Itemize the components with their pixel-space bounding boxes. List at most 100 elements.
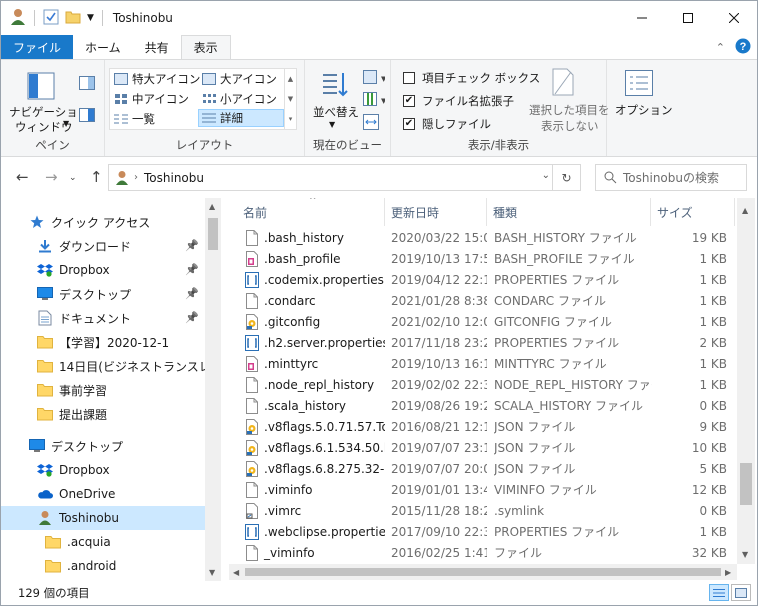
list-option[interactable]: 一覧 (114, 111, 155, 127)
file-row[interactable]: .v8flags.6.8.275.32-... 2019/07/07 20:02 J… (229, 458, 737, 479)
small-icons-option[interactable]: 小アイコン (202, 91, 277, 107)
large-icons-view-button[interactable] (731, 584, 751, 601)
breadcrumb-segment[interactable]: Toshinobu (144, 171, 204, 185)
nav-item[interactable]: .acquia (1, 530, 205, 554)
file-row[interactable]: .viminfo 2019/01/01 13:48 VIMINFO ファイル 12 K… (229, 479, 737, 500)
column-header-size[interactable]: サイズ (651, 198, 735, 226)
file-row[interactable]: .webclipse.properties 2017/09/10 22:33 PRO… (229, 521, 737, 542)
group-by-icon[interactable]: ▼ (363, 70, 385, 84)
nav-scroll-thumb[interactable] (208, 218, 218, 250)
scroll-down-icon[interactable]: ▼ (742, 550, 748, 559)
maximize-button[interactable] (665, 1, 711, 35)
extra-large-icons-option[interactable]: 特大アイコン (114, 71, 200, 87)
file-row[interactable]: .codemix.properties 2019/04/12 22:18 PROPE… (229, 269, 737, 290)
tab-home[interactable]: ホーム (73, 35, 133, 59)
column-header-date[interactable]: 更新日時 (385, 198, 487, 226)
refresh-icon[interactable]: ↻ (552, 165, 580, 190)
scroll-down-icon[interactable]: ▼ (209, 568, 215, 577)
file-name-cell[interactable]: .bash_profile (245, 248, 385, 269)
file-name-cell[interactable]: _viminfo (245, 542, 385, 563)
hidden-files-toggle[interactable]: ✔ 隠しファイル (403, 116, 491, 132)
quick-access-dropdown-icon[interactable]: ▼ (87, 13, 94, 23)
tab-file[interactable]: ファイル (1, 35, 74, 59)
back-arrow-icon[interactable]: ← (16, 168, 29, 186)
file-name-cell[interactable]: .v8flags.6.1.534.50.b... (245, 437, 385, 458)
nav-item[interactable]: OneDrive (1, 482, 205, 506)
file-row[interactable]: .v8flags.6.1.534.50.b... 2019/07/07 23:17… (229, 437, 737, 458)
tab-view[interactable]: 表示 (180, 35, 231, 60)
properties-icon[interactable] (43, 9, 59, 28)
large-icons-option[interactable]: 大アイコン (202, 71, 277, 87)
column-header-name[interactable]: 名前 ^ (237, 198, 385, 226)
file-extension-checkbox[interactable]: ✔ (403, 95, 415, 107)
medium-icons-option[interactable]: 中アイコン (114, 91, 189, 107)
search-box[interactable]: Toshinobuの検索 (595, 164, 747, 191)
new-folder-icon[interactable] (65, 9, 81, 28)
nav-item[interactable]: 事前学習 (1, 378, 205, 402)
file-list-scroll-thumb[interactable] (740, 463, 752, 505)
file-name-cell[interactable]: .viminfo (245, 479, 385, 500)
file-row[interactable]: .v8flags.5.0.71.57.To... 2016/08/21 12:15… (229, 416, 737, 437)
file-name-cell[interactable]: .vimrc (245, 500, 385, 521)
scroll-up-icon[interactable]: ▲ (209, 202, 215, 211)
file-name-cell[interactable]: .scala_history (245, 395, 385, 416)
nav-scrollbar[interactable]: ▲ ▼ (205, 198, 221, 582)
file-name-cell[interactable]: .h2.server.properties (245, 332, 385, 353)
navigation-pane-button[interactable]: ナビゲーション ウィンドウ ▼ (7, 66, 89, 134)
scroll-right-icon[interactable]: ▶ (725, 568, 731, 577)
details-option[interactable]: 詳細 (198, 109, 284, 127)
file-row[interactable]: .bash_history 2020/03/22 15:02 BASH_HISTOR… (229, 227, 737, 248)
sort-by-button[interactable]: 並べ替え ▼ (309, 66, 359, 134)
file-row[interactable]: .node_repl_history 2019/02/02 22:37 NODE_R… (229, 374, 737, 395)
file-list-vertical-scrollbar[interactable]: ▲ ▼ (737, 198, 755, 564)
breadcrumb-chevron-icon[interactable]: › (134, 172, 138, 183)
user-folder-icon[interactable] (10, 8, 26, 29)
file-name-cell[interactable]: .gitconfig (245, 311, 385, 332)
nav-item[interactable]: ダウンロード 📌 (1, 234, 205, 258)
file-row[interactable]: .condarc 2021/01/28 8:38 CONDARC ファイル 1 KB (229, 290, 737, 311)
file-name-cell[interactable]: .codemix.properties (245, 269, 385, 290)
details-pane-icon[interactable] (79, 108, 95, 122)
forward-arrow-icon[interactable]: → (45, 168, 58, 186)
file-name-cell[interactable]: .webclipse.properties (245, 521, 385, 542)
nav-item[interactable]: デスクトップ (1, 434, 205, 458)
address-dropdown-icon[interactable]: ⌄ (542, 170, 550, 181)
nav-item[interactable]: Toshinobu (1, 506, 205, 530)
file-list-horizontal-scrollbar[interactable]: ◀ ▶ (229, 564, 737, 580)
nav-item[interactable]: 14日目(ビジネストランスレーター) (1, 354, 205, 378)
item-checkbox-toggle[interactable]: 項目チェック ボックス (403, 70, 540, 86)
file-row[interactable]: .h2.server.properties 2017/11/18 23:22 PRO… (229, 332, 737, 353)
file-name-cell[interactable]: .v8flags.5.0.71.57.To... (245, 416, 385, 437)
recent-locations-icon[interactable]: ⌄ (69, 173, 77, 183)
file-row[interactable]: .scala_history 2019/08/26 19:25 SCALA_HIST… (229, 395, 737, 416)
add-columns-icon[interactable]: ▼ (363, 92, 385, 106)
file-name-cell[interactable]: .condarc (245, 290, 385, 311)
help-icon[interactable]: ? (735, 38, 751, 57)
column-header-type[interactable]: 種類 (487, 198, 651, 226)
nav-item[interactable]: 【学習】2020-12-1 (1, 330, 205, 354)
file-name-cell[interactable]: .bash_history (245, 227, 385, 248)
options-button[interactable]: オプション (613, 66, 673, 136)
scroll-left-icon[interactable]: ◀ (233, 568, 239, 577)
details-view-button[interactable] (709, 584, 729, 601)
file-name-cell[interactable]: .minttyrc (245, 353, 385, 374)
file-row[interactable]: _viminfo 2016/02/25 1:41 ファイル 32 KB (229, 542, 737, 563)
nav-item[interactable]: Dropbox (1, 458, 205, 482)
address-bar[interactable]: › Toshinobu ⌄ ↻ (108, 164, 581, 191)
file-name-cell[interactable]: .v8flags.6.8.275.32-... (245, 458, 385, 479)
close-button[interactable] (711, 1, 757, 35)
nav-item[interactable]: 提出課題 (1, 402, 205, 426)
scroll-up-icon[interactable]: ▲ (742, 206, 748, 215)
file-name-cell[interactable]: .node_repl_history (245, 374, 385, 395)
file-row[interactable]: .vimrc 2015/11/28 18:21 .symlink 0 KB (229, 500, 737, 521)
nav-item[interactable]: ドキュメント 📌 (1, 306, 205, 330)
up-arrow-icon[interactable]: ↑ (90, 168, 103, 186)
nav-item[interactable]: デスクトップ 📌 (1, 282, 205, 306)
file-row[interactable]: .bash_profile 2019/10/13 17:52 BASH_PROFIL… (229, 248, 737, 269)
item-checkbox-checkbox[interactable] (403, 72, 415, 84)
hide-selected-button[interactable]: 選択した項目を 表示しない (527, 66, 610, 136)
file-row[interactable]: .minttyrc 2019/10/13 16:19 MINTTYRC ファイル 1 … (229, 353, 737, 374)
size-columns-icon[interactable] (363, 114, 379, 130)
nav-item[interactable]: Dropbox 📌 (1, 258, 205, 282)
horizontal-scroll-thumb[interactable] (245, 568, 721, 576)
